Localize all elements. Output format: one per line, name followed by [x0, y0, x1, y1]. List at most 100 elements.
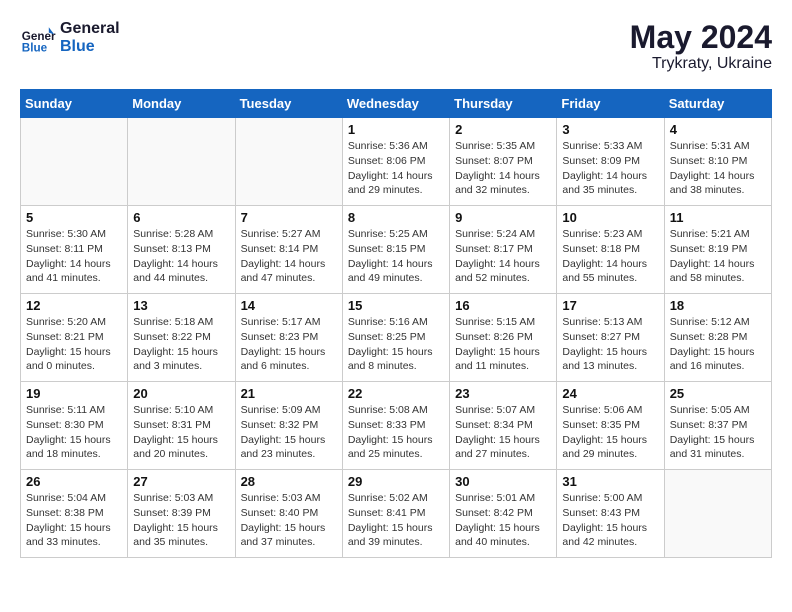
day-cell: 31 Sunrise: 5:00 AM Sunset: 8:43 PM Dayli… — [557, 470, 664, 558]
day-info: Sunrise: 5:07 AM Sunset: 8:34 PM Dayligh… — [455, 403, 551, 462]
day-info: Sunrise: 5:33 AM Sunset: 8:09 PM Dayligh… — [562, 139, 658, 198]
day-info: Sunrise: 5:00 AM Sunset: 8:43 PM Dayligh… — [562, 491, 658, 550]
calendar-table: SundayMondayTuesdayWednesdayThursdayFrid… — [20, 89, 772, 558]
day-number: 27 — [133, 474, 229, 489]
day-info: Sunrise: 5:16 AM Sunset: 8:25 PM Dayligh… — [348, 315, 444, 374]
day-cell: 29 Sunrise: 5:02 AM Sunset: 8:41 PM Dayli… — [342, 470, 449, 558]
day-cell: 7 Sunrise: 5:27 AM Sunset: 8:14 PM Daylig… — [235, 206, 342, 294]
day-number: 9 — [455, 210, 551, 225]
month-year: May 2024 — [630, 20, 772, 55]
day-info: Sunrise: 5:28 AM Sunset: 8:13 PM Dayligh… — [133, 227, 229, 286]
day-number: 3 — [562, 122, 658, 137]
weekday-header-friday: Friday — [557, 90, 664, 118]
day-cell: 5 Sunrise: 5:30 AM Sunset: 8:11 PM Daylig… — [21, 206, 128, 294]
day-info: Sunrise: 5:11 AM Sunset: 8:30 PM Dayligh… — [26, 403, 122, 462]
day-cell: 1 Sunrise: 5:36 AM Sunset: 8:06 PM Daylig… — [342, 118, 449, 206]
day-number: 7 — [241, 210, 337, 225]
day-number: 2 — [455, 122, 551, 137]
week-row-3: 12 Sunrise: 5:20 AM Sunset: 8:21 PM Dayli… — [21, 294, 772, 382]
day-number: 28 — [241, 474, 337, 489]
day-number: 5 — [26, 210, 122, 225]
day-number: 30 — [455, 474, 551, 489]
location: Trykraty, Ukraine — [630, 55, 772, 73]
day-cell: 21Sunrise: 5:09 AM Sunset: 8:32 PM Dayli… — [235, 382, 342, 470]
day-info: Sunrise: 5:03 AM Sunset: 8:40 PM Dayligh… — [241, 491, 337, 550]
weekday-header-monday: Monday — [128, 90, 235, 118]
day-cell: 18Sunrise: 5:12 AM Sunset: 8:28 PM Dayli… — [664, 294, 771, 382]
weekday-header-thursday: Thursday — [450, 90, 557, 118]
day-cell: 30 Sunrise: 5:01 AM Sunset: 8:42 PM Dayli… — [450, 470, 557, 558]
day-cell: 8Sunrise: 5:25 AM Sunset: 8:15 PM Daylig… — [342, 206, 449, 294]
day-info: Sunrise: 5:10 AM Sunset: 8:31 PM Dayligh… — [133, 403, 229, 462]
week-row-4: 19 Sunrise: 5:11 AM Sunset: 8:30 PM Dayli… — [21, 382, 772, 470]
day-info: Sunrise: 5:20 AM Sunset: 8:21 PM Dayligh… — [26, 315, 122, 374]
day-info: Sunrise: 5:02 AM Sunset: 8:41 PM Dayligh… — [348, 491, 444, 550]
day-info: Sunrise: 5:23 AM Sunset: 8:18 PM Dayligh… — [562, 227, 658, 286]
day-info: Sunrise: 5:15 AM Sunset: 8:26 PM Dayligh… — [455, 315, 551, 374]
weekday-header-tuesday: Tuesday — [235, 90, 342, 118]
day-info: Sunrise: 5:24 AM Sunset: 8:17 PM Dayligh… — [455, 227, 551, 286]
day-cell: 27Sunrise: 5:03 AM Sunset: 8:39 PM Dayli… — [128, 470, 235, 558]
day-number: 29 — [348, 474, 444, 489]
weekday-header-saturday: Saturday — [664, 90, 771, 118]
day-number: 14 — [241, 298, 337, 313]
day-info: Sunrise: 5:30 AM Sunset: 8:11 PM Dayligh… — [26, 227, 122, 286]
day-number: 19 — [26, 386, 122, 401]
day-info: Sunrise: 5:05 AM Sunset: 8:37 PM Dayligh… — [670, 403, 766, 462]
day-cell: 4Sunrise: 5:31 AM Sunset: 8:10 PM Daylig… — [664, 118, 771, 206]
day-number: 1 — [348, 122, 444, 137]
weekday-header-sunday: Sunday — [21, 90, 128, 118]
day-number: 6 — [133, 210, 229, 225]
day-cell — [128, 118, 235, 206]
logo-blue: Blue — [60, 38, 120, 56]
day-info: Sunrise: 5:04 AM Sunset: 8:38 PM Dayligh… — [26, 491, 122, 550]
day-cell: 12 Sunrise: 5:20 AM Sunset: 8:21 PM Dayli… — [21, 294, 128, 382]
day-number: 31 — [562, 474, 658, 489]
day-number: 11 — [670, 210, 766, 225]
day-cell: 19 Sunrise: 5:11 AM Sunset: 8:30 PM Dayli… — [21, 382, 128, 470]
day-cell: 20 Sunrise: 5:10 AM Sunset: 8:31 PM Dayli… — [128, 382, 235, 470]
day-info: Sunrise: 5:17 AM Sunset: 8:23 PM Dayligh… — [241, 315, 337, 374]
day-info: Sunrise: 5:36 AM Sunset: 8:06 PM Dayligh… — [348, 139, 444, 198]
day-info: Sunrise: 5:27 AM Sunset: 8:14 PM Dayligh… — [241, 227, 337, 286]
day-cell: 26Sunrise: 5:04 AM Sunset: 8:38 PM Dayli… — [21, 470, 128, 558]
day-number: 20 — [133, 386, 229, 401]
weekday-header-wednesday: Wednesday — [342, 90, 449, 118]
day-cell: 13Sunrise: 5:18 AM Sunset: 8:22 PM Dayli… — [128, 294, 235, 382]
day-cell — [235, 118, 342, 206]
day-cell: 6 Sunrise: 5:28 AM Sunset: 8:13 PM Daylig… — [128, 206, 235, 294]
day-number: 24 — [562, 386, 658, 401]
day-cell: 9 Sunrise: 5:24 AM Sunset: 8:17 PM Daylig… — [450, 206, 557, 294]
day-cell: 22Sunrise: 5:08 AM Sunset: 8:33 PM Dayli… — [342, 382, 449, 470]
day-cell: 23 Sunrise: 5:07 AM Sunset: 8:34 PM Dayli… — [450, 382, 557, 470]
day-cell: 11Sunrise: 5:21 AM Sunset: 8:19 PM Dayli… — [664, 206, 771, 294]
day-info: Sunrise: 5:25 AM Sunset: 8:15 PM Dayligh… — [348, 227, 444, 286]
day-info: Sunrise: 5:06 AM Sunset: 8:35 PM Dayligh… — [562, 403, 658, 462]
svg-text:Blue: Blue — [22, 42, 48, 55]
day-cell: 17 Sunrise: 5:13 AM Sunset: 8:27 PM Dayli… — [557, 294, 664, 382]
day-info: Sunrise: 5:35 AM Sunset: 8:07 PM Dayligh… — [455, 139, 551, 198]
page-header: General Blue General Blue May 2024 Trykr… — [20, 20, 772, 73]
logo-general: General — [60, 20, 120, 38]
day-cell: 15Sunrise: 5:16 AM Sunset: 8:25 PM Dayli… — [342, 294, 449, 382]
day-info: Sunrise: 5:08 AM Sunset: 8:33 PM Dayligh… — [348, 403, 444, 462]
day-cell: 25 Sunrise: 5:05 AM Sunset: 8:37 PM Dayli… — [664, 382, 771, 470]
day-number: 23 — [455, 386, 551, 401]
week-row-5: 26Sunrise: 5:04 AM Sunset: 8:38 PM Dayli… — [21, 470, 772, 558]
day-number: 18 — [670, 298, 766, 313]
day-info: Sunrise: 5:13 AM Sunset: 8:27 PM Dayligh… — [562, 315, 658, 374]
day-cell: 10 Sunrise: 5:23 AM Sunset: 8:18 PM Dayli… — [557, 206, 664, 294]
day-number: 25 — [670, 386, 766, 401]
day-info: Sunrise: 5:01 AM Sunset: 8:42 PM Dayligh… — [455, 491, 551, 550]
day-number: 10 — [562, 210, 658, 225]
logo-icon: General Blue — [20, 20, 56, 56]
day-number: 17 — [562, 298, 658, 313]
day-number: 16 — [455, 298, 551, 313]
day-cell — [664, 470, 771, 558]
day-info: Sunrise: 5:09 AM Sunset: 8:32 PM Dayligh… — [241, 403, 337, 462]
day-cell: 2 Sunrise: 5:35 AM Sunset: 8:07 PM Daylig… — [450, 118, 557, 206]
day-number: 12 — [26, 298, 122, 313]
logo: General Blue General Blue — [20, 20, 120, 56]
title-block: May 2024 Trykraty, Ukraine — [630, 20, 772, 73]
day-cell — [21, 118, 128, 206]
